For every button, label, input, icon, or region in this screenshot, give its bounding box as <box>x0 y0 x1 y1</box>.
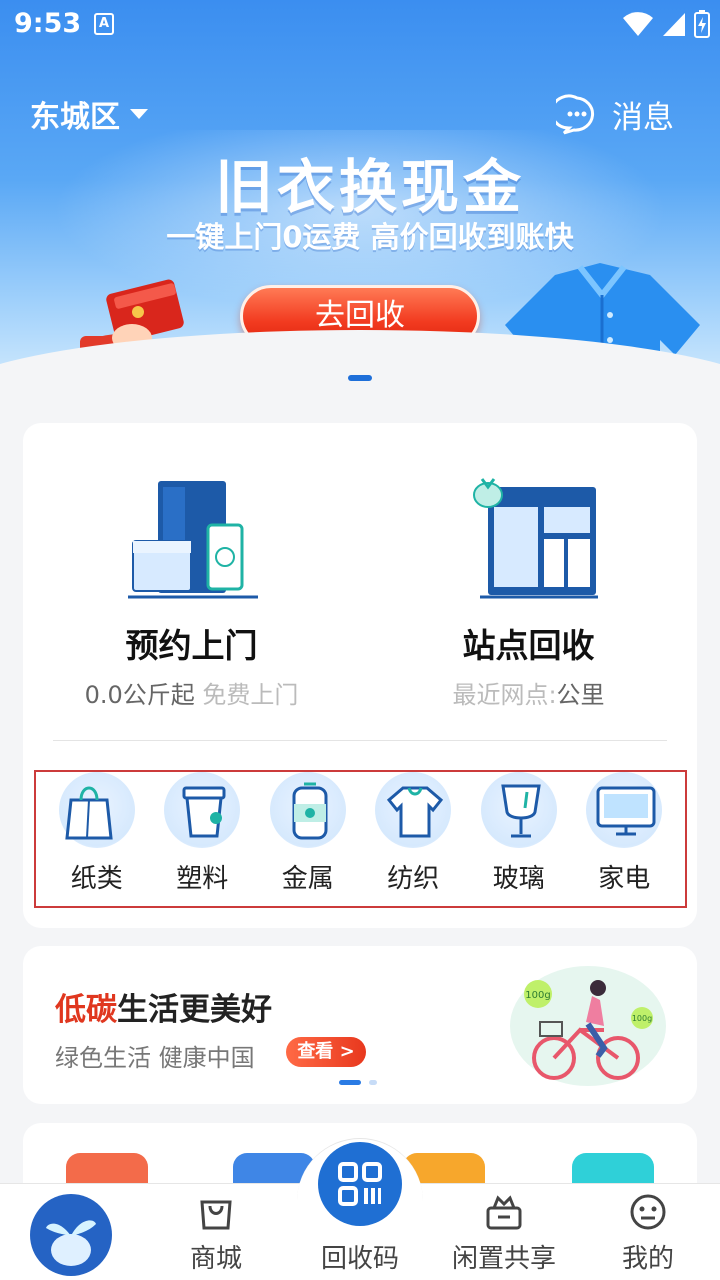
smiley-face-icon <box>630 1194 666 1230</box>
app-logo-icon <box>30 1194 112 1276</box>
notification-app-icon: A <box>94 13 114 35</box>
status-bar: 9:53 A <box>0 0 720 50</box>
promo-page-indicator <box>339 1080 377 1085</box>
cyclist-illustration: 100g 100g <box>510 966 666 1086</box>
home-pickup-subtitle: 0.0公斤起 免费上门 <box>23 675 360 710</box>
location-label: 东城区 <box>30 100 120 135</box>
qr-code-icon <box>338 1162 382 1206</box>
nearest-station-unit: 公里 <box>556 681 605 709</box>
divider <box>53 740 667 741</box>
category-appliance[interactable]: 家电 <box>579 772 669 906</box>
station-recycle-title: 站点回收 <box>462 626 595 665</box>
home-pickup-free: 免费上门 <box>194 681 299 709</box>
bottom-nav: 商城 回收码 闲置共享 我的 <box>0 1138 720 1280</box>
sprout-icon <box>46 1220 96 1266</box>
nav-idle-share[interactable]: 闲置共享 <box>432 1184 576 1280</box>
station-recycle-service[interactable]: 站点回收 最近网点:公里 <box>360 423 697 743</box>
promo-title-highlight: 低碳 <box>55 992 117 1028</box>
promo-title: 低碳生活更美好 <box>55 984 272 1029</box>
home-pickup-illustration <box>128 481 258 599</box>
status-time: 9:53 <box>14 8 82 39</box>
category-label: 纺织 <box>387 864 440 894</box>
recycle-categories: 纸类 塑料 金属 纺织 玻璃 家电 <box>34 770 687 908</box>
indicator-active <box>339 1080 361 1085</box>
banner-subtitle: 一键上门0运费 高价回收到账快 <box>166 220 574 254</box>
station-recycle-subtitle: 最近网点:公里 <box>360 675 697 710</box>
indicator-inactive <box>369 1080 377 1085</box>
qr-code-button[interactable] <box>318 1142 402 1226</box>
banner-title: 旧衣换现金 <box>214 153 525 221</box>
home-pickup-service[interactable]: 预约上门 0.0公斤起 免费上门 <box>23 423 360 743</box>
nav-mine[interactable]: 我的 <box>576 1184 720 1280</box>
paper-bag-icon <box>65 786 113 840</box>
nav-shop-label: 商城 <box>189 1244 242 1274</box>
textile-shirt-icon <box>387 786 444 838</box>
nearest-station-label: 最近网点: <box>452 681 557 709</box>
plastic-cup-icon <box>182 786 226 838</box>
nav-home[interactable] <box>0 1184 144 1280</box>
category-textile[interactable]: 纺织 <box>368 772 458 906</box>
category-label: 玻璃 <box>492 864 545 894</box>
view-button[interactable]: 查看 > <box>286 1037 366 1067</box>
category-plastic[interactable]: 塑料 <box>157 772 247 906</box>
signal-icon <box>663 13 685 36</box>
nav-shop[interactable]: 商城 <box>144 1184 288 1280</box>
battery-icon <box>694 10 710 38</box>
promo-badge-1: 100g <box>525 990 550 1001</box>
metal-can-icon <box>292 782 328 840</box>
category-label: 纸类 <box>70 864 123 894</box>
category-label: 塑料 <box>176 864 229 894</box>
category-glass[interactable]: 玻璃 <box>474 772 564 906</box>
nav-idle-share-label: 闲置共享 <box>451 1244 556 1274</box>
nav-mine-label: 我的 <box>621 1244 674 1274</box>
appliance-monitor-icon <box>596 786 656 836</box>
promo-title-rest: 生活更美好 <box>117 992 272 1028</box>
banner-page-indicator <box>348 375 372 381</box>
home-pickup-title: 预约上门 <box>125 626 258 665</box>
category-label: 金属 <box>281 864 334 894</box>
promo-badge-2: 100g <box>632 1014 652 1023</box>
location-selector[interactable]: 东城区 <box>30 92 148 136</box>
wifi-icon <box>623 12 653 36</box>
category-label: 家电 <box>598 864 651 894</box>
chat-bubble-icon <box>556 94 594 134</box>
home-pickup-weight: 0.0公斤起 <box>84 681 195 709</box>
banner[interactable]: 旧衣换现金 一键上门0运费 高价回收到账快 去回收 <box>0 0 720 400</box>
low-carbon-promo[interactable]: 低碳生活更美好 绿色生活 健康中国 查看 > 100g 100g <box>23 946 697 1104</box>
category-metal[interactable]: 金属 <box>263 772 353 906</box>
shopping-bag-icon <box>200 1200 232 1230</box>
message-label: 消息 <box>612 100 674 136</box>
status-icons <box>622 10 710 38</box>
nav-recycle-code[interactable]: 回收码 <box>288 1142 432 1280</box>
station-recycle-illustration <box>473 478 598 599</box>
gift-box-icon <box>486 1195 522 1230</box>
category-paper[interactable]: 纸类 <box>52 772 142 906</box>
glass-cup-icon <box>501 784 541 838</box>
caret-down-icon <box>130 109 148 119</box>
message-button[interactable]: 消息 <box>556 92 674 137</box>
nav-recycle-code-label: 回收码 <box>320 1244 399 1274</box>
service-card: 预约上门 0.0公斤起 免费上门 站点回收 最近网点:公里 纸类 塑料 金属 纺… <box>23 423 697 928</box>
promo-subtitle: 绿色生活 健康中国 <box>55 1044 255 1072</box>
